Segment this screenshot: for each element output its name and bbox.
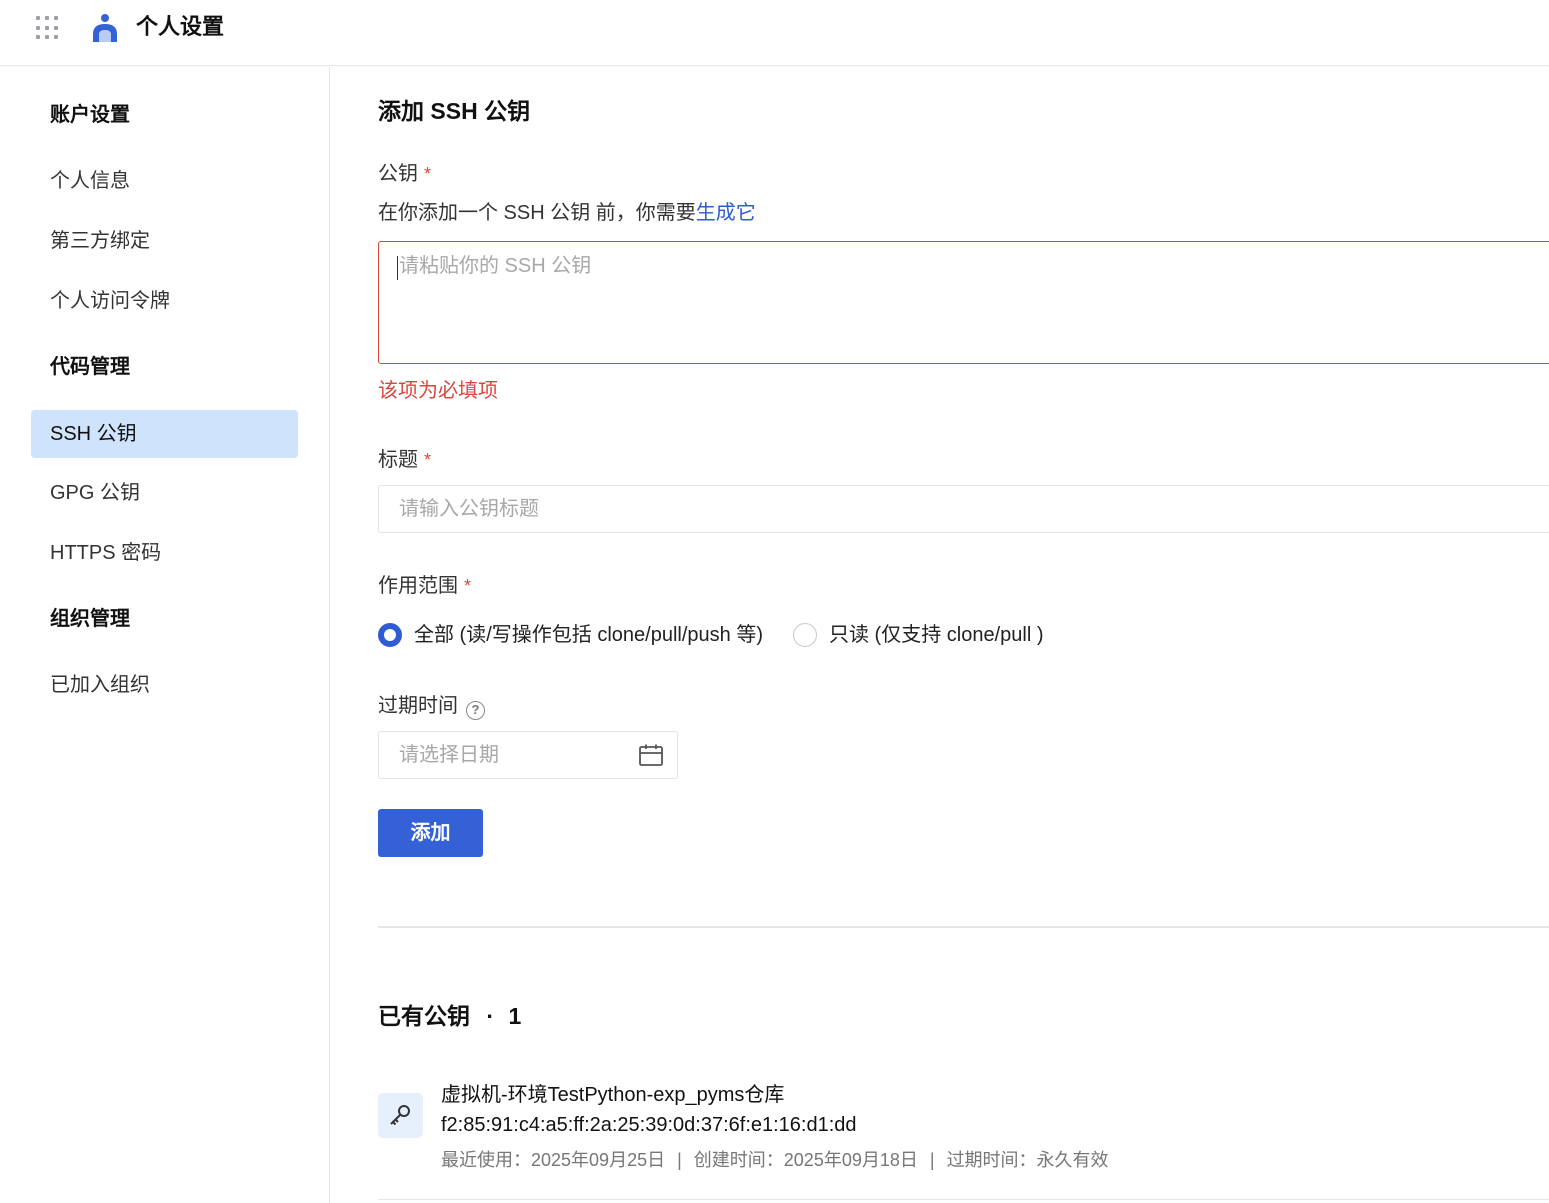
scope-label-text: 作用范围 — [378, 575, 458, 597]
existing-keys-title: 已有公钥 · 1 — [378, 1000, 521, 1032]
sidebar-item-gpg-key[interactable]: GPG 公钥 — [31, 469, 298, 517]
meta-separator: | — [677, 1150, 682, 1170]
help-icon[interactable]: ? — [466, 701, 485, 720]
expire-date-picker[interactable]: 请选择日期 — [378, 731, 678, 779]
logo-icon — [93, 14, 117, 42]
key-expires: 过期时间：永久有效 — [946, 1150, 1109, 1170]
add-button[interactable]: 添加 — [378, 809, 483, 857]
pubkey-label: 公钥 * — [378, 160, 431, 188]
calendar-icon[interactable] — [639, 744, 663, 766]
sidebar-item-https-password[interactable]: HTTPS 密码 — [31, 529, 298, 577]
scope-label: 作用范围 * — [378, 572, 471, 600]
required-mark: * — [464, 576, 472, 596]
list-bottom-divider — [378, 1199, 1549, 1200]
sidebar-item-third-party[interactable]: 第三方绑定 — [31, 217, 298, 265]
generate-key-link[interactable]: 生成它 — [696, 202, 756, 224]
title-label-text: 标题 — [378, 449, 418, 471]
apps-grid-icon[interactable] — [36, 16, 60, 40]
sidebar-item-ssh-key[interactable]: SSH 公钥 — [31, 410, 298, 458]
main-content: 添加 SSH 公钥 公钥 * 在你添加一个 SSH 公钥 前，你需要生成它 请粘贴… — [330, 67, 1549, 1203]
scope-radio-group: 全部 (读/写操作包括 clone/pull/push 等) 只读 (仅支持 c… — [378, 619, 1073, 651]
pubkey-textarea[interactable]: 请粘贴你的 SSH 公钥 — [378, 241, 1549, 364]
text-caret — [397, 256, 398, 280]
existing-keys-title-text: 已有公钥 — [378, 1003, 470, 1029]
sidebar-item-profile[interactable]: 个人信息 — [31, 157, 298, 205]
title-label: 标题 * — [378, 446, 431, 474]
key-created: 创建时间：2025年09月18日 — [693, 1150, 918, 1170]
key-icon — [390, 1105, 410, 1126]
page-title: 个人设置 — [136, 14, 225, 39]
pubkey-hint: 在你添加一个 SSH 公钥 前，你需要生成它 — [378, 199, 756, 227]
required-mark: * — [424, 450, 432, 470]
scope-all-label[interactable]: 全部 (读/写操作包括 clone/pull/push 等) — [414, 621, 763, 649]
sidebar-group-org: 组织管理 — [50, 608, 130, 630]
title-input[interactable]: 请输入公钥标题 — [378, 485, 1549, 533]
pubkey-label-text: 公钥 — [378, 163, 418, 185]
expire-label-text: 过期时间 — [378, 695, 458, 717]
section-divider — [378, 926, 1549, 928]
expire-label: 过期时间? — [378, 692, 485, 720]
sidebar-group-account: 账户设置 — [50, 104, 130, 126]
existing-keys-count: 1 — [508, 1003, 522, 1029]
top-bar: 个人设置 — [0, 0, 1549, 66]
sidebar-group-code: 代码管理 — [50, 356, 130, 378]
existing-keys-separator: · — [486, 1003, 495, 1029]
scope-readonly-label[interactable]: 只读 (仅支持 clone/pull ) — [829, 621, 1044, 649]
key-item-name: 虚拟机-环境TestPython-exp_pyms仓库 — [441, 1084, 785, 1106]
required-mark: * — [424, 164, 432, 184]
key-last-used: 最近使用：2025年09月25日 — [441, 1150, 666, 1170]
date-placeholder: 请选择日期 — [399, 744, 499, 766]
sidebar-item-access-token[interactable]: 个人访问令牌 — [31, 277, 298, 325]
sidebar-item-joined-orgs[interactable]: 已加入组织 — [31, 661, 298, 709]
scope-all-radio[interactable] — [378, 623, 402, 647]
pubkey-error: 该项为必填项 — [378, 380, 498, 402]
sidebar: 账户设置 个人信息 第三方绑定 个人访问令牌 代码管理 SSH 公钥 GPG 公… — [0, 67, 330, 1203]
pubkey-placeholder: 请粘贴你的 SSH 公钥 — [399, 255, 592, 277]
form-title: 添加 SSH 公钥 — [378, 98, 531, 124]
key-item-icon — [378, 1093, 423, 1138]
title-placeholder: 请输入公钥标题 — [399, 498, 539, 520]
pubkey-hint-text: 在你添加一个 SSH 公钥 前，你需要 — [378, 202, 696, 224]
key-item-meta: 最近使用：2025年09月25日 | 创建时间：2025年09月18日 | 过期时间：永… — [441, 1147, 1109, 1173]
key-item-fingerprint: f2:85:91:c4:a5:ff:2a:25:39:0d:37:6f:e1:1… — [441, 1114, 857, 1136]
meta-separator: | — [929, 1150, 935, 1170]
scope-readonly-radio[interactable] — [792, 623, 817, 647]
